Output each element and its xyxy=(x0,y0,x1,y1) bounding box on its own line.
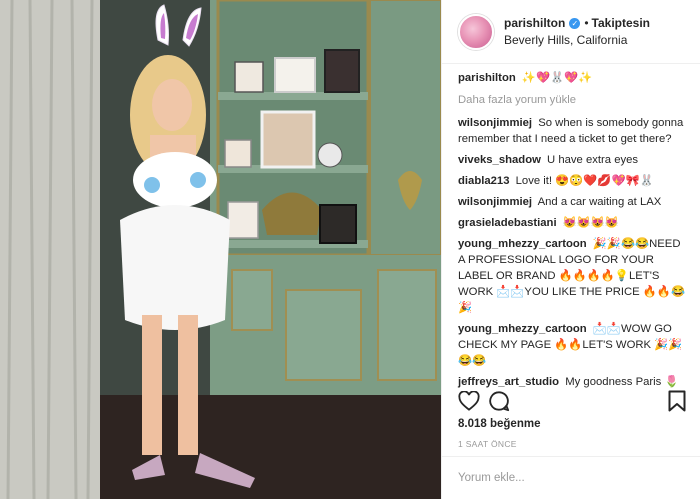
caption-username[interactable]: parishilton xyxy=(458,72,516,84)
location-link[interactable]: Beverly Hills, California xyxy=(504,32,650,49)
username-link[interactable]: parishilton xyxy=(504,15,565,32)
like-count[interactable]: 8.018 beğenme xyxy=(458,418,540,430)
photo-illustration xyxy=(0,0,441,499)
comment-username[interactable]: young_mhezzy_cartoon xyxy=(458,238,587,250)
follow-status-button[interactable]: Takiptesin xyxy=(592,15,650,32)
separator-dot: • xyxy=(584,15,589,30)
verified-badge-icon: ✓ xyxy=(569,17,581,29)
comment-username[interactable]: wilsonjimmiej xyxy=(458,196,532,208)
header-top-row: parishilton ✓ • Takiptesin xyxy=(504,15,650,32)
heart-icon[interactable] xyxy=(458,390,480,412)
comment-username[interactable]: jeffreys_art_studio xyxy=(458,376,559,388)
comment-username[interactable]: viveks_shadow xyxy=(458,154,541,166)
comment-text: U have extra eyes xyxy=(547,154,639,166)
caption-text: ✨💖🐰💖✨ xyxy=(521,72,593,84)
comment-username[interactable]: grasieladebastiani xyxy=(458,217,557,229)
comment-username[interactable]: diabla213 xyxy=(458,175,510,187)
post-timestamp[interactable]: 1 SAAT ÖNCE xyxy=(458,439,517,449)
header-info: parishilton ✓ • Takiptesin Beverly Hills… xyxy=(504,15,650,49)
caption: parishilton ✨💖🐰💖✨ xyxy=(458,70,688,86)
post-side-panel: parishilton ✓ • Takiptesin Beverly Hills… xyxy=(441,0,700,499)
post-header: parishilton ✓ • Takiptesin Beverly Hills… xyxy=(442,0,700,64)
load-more-comments[interactable]: Daha fazla yorum yükle xyxy=(458,94,688,106)
comments-list: parishilton ✨💖🐰💖✨ Daha fazla yorum yükle… xyxy=(442,64,700,389)
comment-text: Love it! 😍😳❤️💋💖🎀🐰 xyxy=(515,175,654,187)
comment-username[interactable]: wilsonjimmiej xyxy=(458,117,532,129)
action-bar xyxy=(458,390,688,412)
comment: young_mhezzy_cartoon 📩📩WOW GO CHECK MY P… xyxy=(458,321,688,369)
comment: grasieladebastiani 😻😻😻😻 xyxy=(458,215,688,231)
avatar[interactable] xyxy=(458,13,494,50)
comment-text: 😻😻😻😻 xyxy=(562,217,619,229)
comment-input[interactable] xyxy=(458,472,684,484)
comment: viveks_shadow U have extra eyes xyxy=(458,152,688,168)
comment: wilsonjimmiej So when is somebody gonna … xyxy=(458,115,688,147)
comment-text: And a car waiting at LAX xyxy=(537,196,662,208)
comment: wilsonjimmiej And a car waiting at LAX xyxy=(458,194,688,210)
comment-username[interactable]: young_mhezzy_cartoon xyxy=(458,323,587,335)
post-modal: parishilton ✓ • Takiptesin Beverly Hills… xyxy=(0,0,700,499)
post-photo[interactable] xyxy=(0,0,441,499)
add-comment-bar xyxy=(442,456,700,499)
comment: young_mhezzy_cartoon 🎉🎉😂😂NEED A PROFESSI… xyxy=(458,236,688,316)
bookmark-icon[interactable] xyxy=(666,390,688,412)
comment: jeffreys_art_studio My goodness Paris 🌷🌷 xyxy=(458,374,688,389)
comment: diabla213 Love it! 😍😳❤️💋💖🎀🐰 xyxy=(458,173,688,189)
comment-bubble-icon[interactable] xyxy=(488,390,510,412)
